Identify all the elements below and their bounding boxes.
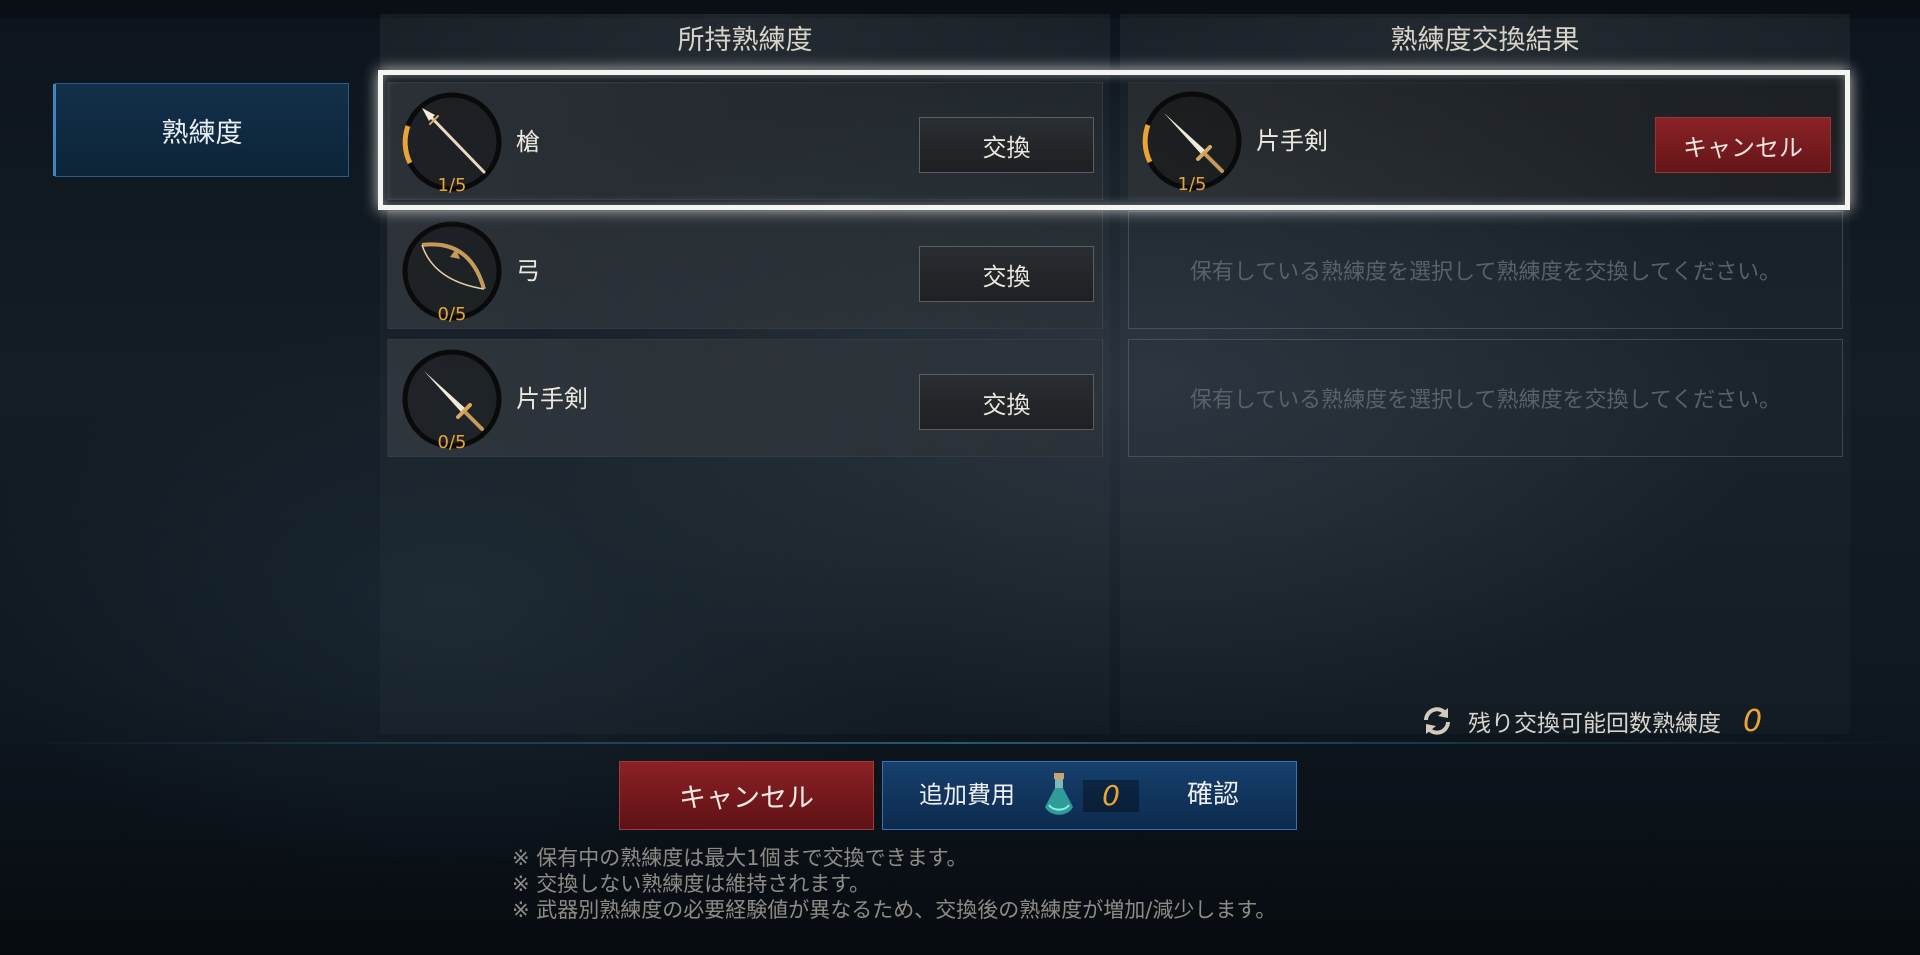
weapon-name: 片手剣 <box>1256 127 1328 155</box>
proficiency-ring: 1/5 <box>1140 89 1244 195</box>
cancel-button[interactable]: キャンセル <box>619 761 874 830</box>
cost-value: 0 <box>1083 780 1139 812</box>
weapon-name: 槍 <box>516 128 540 156</box>
result-row-selected: 1/5 片手剣 キャンセル <box>1128 82 1843 200</box>
weapon-name: 弓 <box>516 257 540 285</box>
proficiency-count: 1/5 <box>437 175 467 196</box>
proficiency-count: 0/5 <box>437 432 467 453</box>
cost-label: 追加費用 <box>919 781 1015 809</box>
result-panel-header: 熟練度交換結果 <box>1120 14 1850 68</box>
result-cancel-button[interactable]: キャンセル <box>1655 117 1831 173</box>
remaining-exchanges: 残り交換可能回数熟練度 0 <box>1420 700 1762 742</box>
result-empty-slot: 保有している熟練度を選択して熟練度を交換してください。 <box>1128 211 1843 329</box>
proficiency-ring: 1/5 <box>400 90 504 196</box>
empty-slot-message: 保有している熟練度を選択して熟練度を交換してください。 <box>1189 260 1782 285</box>
side-tab-label: 熟練度 <box>161 117 243 149</box>
proficiency-ring: 0/5 <box>400 219 504 325</box>
confirm-button[interactable]: 追加費用 0 確認 <box>882 761 1297 830</box>
owned-row-spear[interactable]: 1/5 槍 交換 <box>387 82 1103 200</box>
exchange-button[interactable]: 交換 <box>919 117 1094 173</box>
exchange-button[interactable]: 交換 <box>919 374 1094 430</box>
potion-icon <box>1045 773 1073 815</box>
proficiency-ring: 0/5 <box>400 347 504 453</box>
note-line: ※ 保有中の熟練度は最大1個まで交換できます。 <box>512 846 968 870</box>
proficiency-count: 1/5 <box>1177 174 1207 195</box>
result-empty-slot: 保有している熟練度を選択して熟練度を交換してください。 <box>1128 339 1843 457</box>
remaining-value: 0 <box>1743 703 1763 739</box>
confirm-label: 確認 <box>1187 780 1240 810</box>
remaining-label: 残り交換可能回数熟練度 <box>1468 711 1721 737</box>
side-tab-proficiency[interactable]: 熟練度 <box>53 83 349 177</box>
note-line: ※ 交換しない熟練度は維持されます。 <box>512 872 871 896</box>
owned-row-bow[interactable]: 0/5 弓 交換 <box>387 211 1103 329</box>
empty-slot-message: 保有している熟練度を選択して熟練度を交換してください。 <box>1189 388 1782 413</box>
footer-divider <box>0 742 1920 744</box>
exchange-button[interactable]: 交換 <box>919 246 1094 302</box>
proficiency-count: 0/5 <box>437 304 467 325</box>
owned-panel-header: 所持熟練度 <box>380 14 1110 68</box>
weapon-name: 片手剣 <box>516 385 588 413</box>
owned-row-sword[interactable]: 0/5 片手剣 交換 <box>387 339 1103 457</box>
note-line: ※ 武器別熟練度の必要経験値が異なるため、交換後の熟練度が増加/減少します。 <box>512 898 1277 922</box>
notes: ※ 保有中の熟練度は最大1個まで交換できます。 ※ 交換しない熟練度は維持されま… <box>512 845 1276 923</box>
refresh-icon <box>1424 707 1450 735</box>
